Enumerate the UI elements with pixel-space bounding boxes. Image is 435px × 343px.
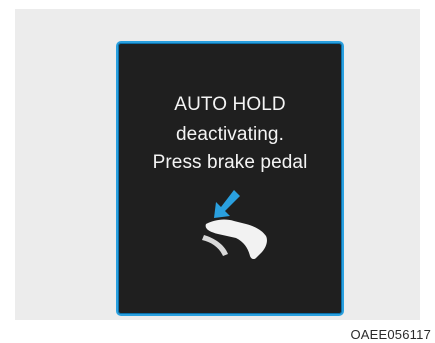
figure-page: AUTO HOLD deactivating. Press brake peda… — [0, 0, 435, 343]
figure-code: OAEE056117 — [350, 327, 431, 342]
arrow-down-left-icon — [214, 190, 240, 218]
message-line-3: Press brake pedal — [152, 152, 308, 173]
message-line-1: AUTO HOLD — [174, 94, 286, 115]
message-line-2: deactivating. — [176, 124, 284, 145]
cluster-display: AUTO HOLD deactivating. Press brake peda… — [116, 41, 344, 316]
brake-pedal-icon — [202, 219, 267, 260]
brake-pedal-graphic — [202, 190, 267, 260]
